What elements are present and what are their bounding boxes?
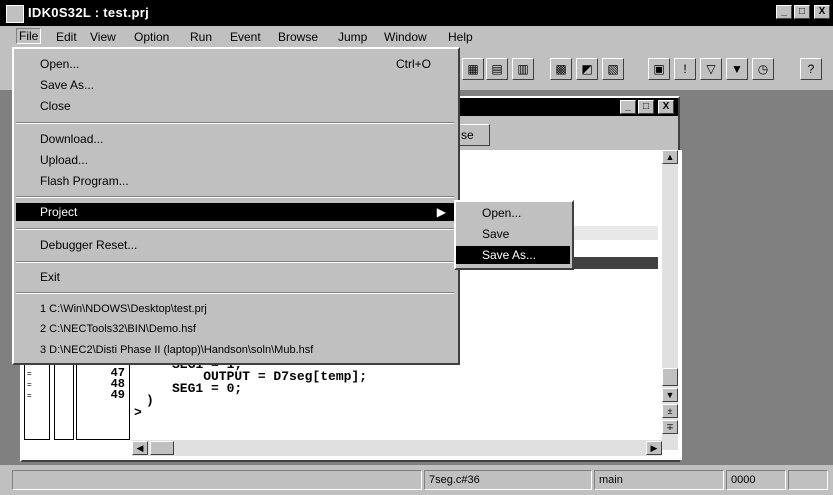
toolbar-icon-2[interactable]: ▤ — [486, 58, 508, 80]
menu-item-exit[interactable]: Exit — [40, 268, 60, 286]
toolbar-icon-5[interactable]: ◩ — [576, 58, 598, 80]
toolbar-icon-12[interactable]: ? — [800, 58, 822, 80]
gutter-mark: = — [27, 369, 32, 378]
menu-edit[interactable]: Edit — [56, 30, 77, 44]
toolbar-icon-1[interactable]: ▦ — [462, 58, 484, 80]
menu-help[interactable]: Help — [448, 30, 473, 44]
toolbar-icon-7[interactable]: ▣ — [648, 58, 670, 80]
line-number: 49 — [110, 388, 125, 402]
menu-view[interactable]: View — [90, 30, 116, 44]
menu-window[interactable]: Window — [384, 30, 427, 44]
minimize-button[interactable]: _ — [776, 5, 792, 19]
scroll-left-icon[interactable]: ◀ — [132, 441, 148, 455]
source-window-title-bar: _ □ X — [452, 98, 678, 116]
toolbar-icon-9[interactable]: ▽ — [700, 58, 722, 80]
menu-browse[interactable]: Browse — [278, 30, 318, 44]
menu-jump[interactable]: Jump — [338, 30, 367, 44]
menu-item-project-label: Project — [40, 205, 78, 219]
scroll-thumb[interactable] — [662, 368, 678, 386]
menu-separator — [16, 196, 454, 198]
menu-event[interactable]: Event — [230, 30, 261, 44]
scroll-page-up-icon[interactable]: ± — [662, 404, 678, 418]
gutter-mark: = — [27, 380, 32, 389]
status-extra — [788, 470, 828, 490]
scroll-up-icon[interactable]: ▲ — [662, 150, 678, 164]
status-position: 7seg.c#36 — [424, 470, 592, 490]
submenu-arrow-icon: ▶ — [436, 205, 446, 219]
menu-item-project[interactable]: Project ▶ — [16, 203, 456, 221]
toolbar-icon-8[interactable]: ! — [674, 58, 696, 80]
window-title: IDK0S32L : test.prj — [28, 5, 150, 20]
submenu-item-save-as[interactable]: Save As... — [456, 246, 570, 264]
status-function: main — [594, 470, 724, 490]
menu-item-close[interactable]: Close — [40, 97, 71, 115]
menu-item-debugger-reset[interactable]: Debugger Reset... — [40, 236, 137, 254]
menu-bar: File Edit View Option Run Event Browse J… — [0, 27, 833, 47]
submenu-item-open[interactable]: Open... — [482, 204, 521, 222]
menu-item-save-as[interactable]: Save As... — [40, 76, 94, 94]
menu-item-recent-2[interactable]: 2 C:\NECTools32\BIN\Demo.hsf — [40, 320, 196, 338]
toolbar-icon-11[interactable]: ◷ — [752, 58, 774, 80]
vertical-scrollbar[interactable]: ▲ ▼ ± ∓ — [662, 150, 678, 450]
scroll-page-down-icon[interactable]: ∓ — [662, 420, 678, 434]
maximize-button[interactable]: □ — [794, 5, 810, 19]
menu-item-flash-program[interactable]: Flash Program... — [40, 172, 129, 190]
menu-run[interactable]: Run — [190, 30, 212, 44]
menu-separator — [16, 228, 454, 230]
menu-item-recent-3[interactable]: 3 D:\NEC2\Disti Phase II (laptop)\Handso… — [40, 341, 313, 359]
title-bar: IDK0S32L : test.prj _ □ X — [0, 0, 833, 26]
menu-item-open-shortcut: Ctrl+O — [396, 57, 432, 71]
menu-item-open[interactable]: Open... — [40, 55, 79, 73]
menu-separator — [16, 261, 454, 263]
gutter-mark: = — [27, 391, 32, 400]
menu-file[interactable]: File — [16, 28, 42, 44]
scroll-down-icon[interactable]: ▼ — [662, 388, 678, 402]
close-button[interactable]: X — [814, 5, 830, 19]
menu-option[interactable]: Option — [134, 30, 169, 44]
code-line-47: SEG1 = 0; — [172, 381, 243, 396]
child-close-button[interactable]: X — [658, 100, 674, 114]
menu-separator — [16, 292, 454, 294]
menu-item-download[interactable]: Download... — [40, 130, 103, 148]
menu-item-recent-1[interactable]: 1 C:\Win\NDOWS\Desktop\test.prj — [40, 300, 207, 318]
app-icon[interactable] — [6, 5, 24, 23]
code-line-49: > — [134, 405, 142, 420]
scroll-right-icon[interactable]: ▶ — [646, 441, 662, 455]
status-message — [12, 470, 422, 490]
code-line-48: ) — [146, 393, 154, 408]
status-value: 0000 — [726, 470, 786, 490]
menu-separator — [16, 122, 454, 124]
menu-item-upload[interactable]: Upload... — [40, 151, 88, 169]
toolbar-icon-6[interactable]: ▧ — [602, 58, 624, 80]
child-minimize-button[interactable]: _ — [620, 100, 636, 114]
horizontal-scrollbar[interactable]: ◀ ▶ — [132, 440, 662, 456]
submenu-item-save[interactable]: Save — [482, 225, 509, 243]
toolbar-icon-3[interactable]: ▥ — [512, 58, 534, 80]
child-maximize-button[interactable]: □ — [638, 100, 654, 114]
toolbar-icon-10[interactable]: ▼ — [726, 58, 748, 80]
hscroll-thumb[interactable] — [150, 441, 174, 455]
toolbar-icon-4[interactable]: ▩ — [550, 58, 572, 80]
